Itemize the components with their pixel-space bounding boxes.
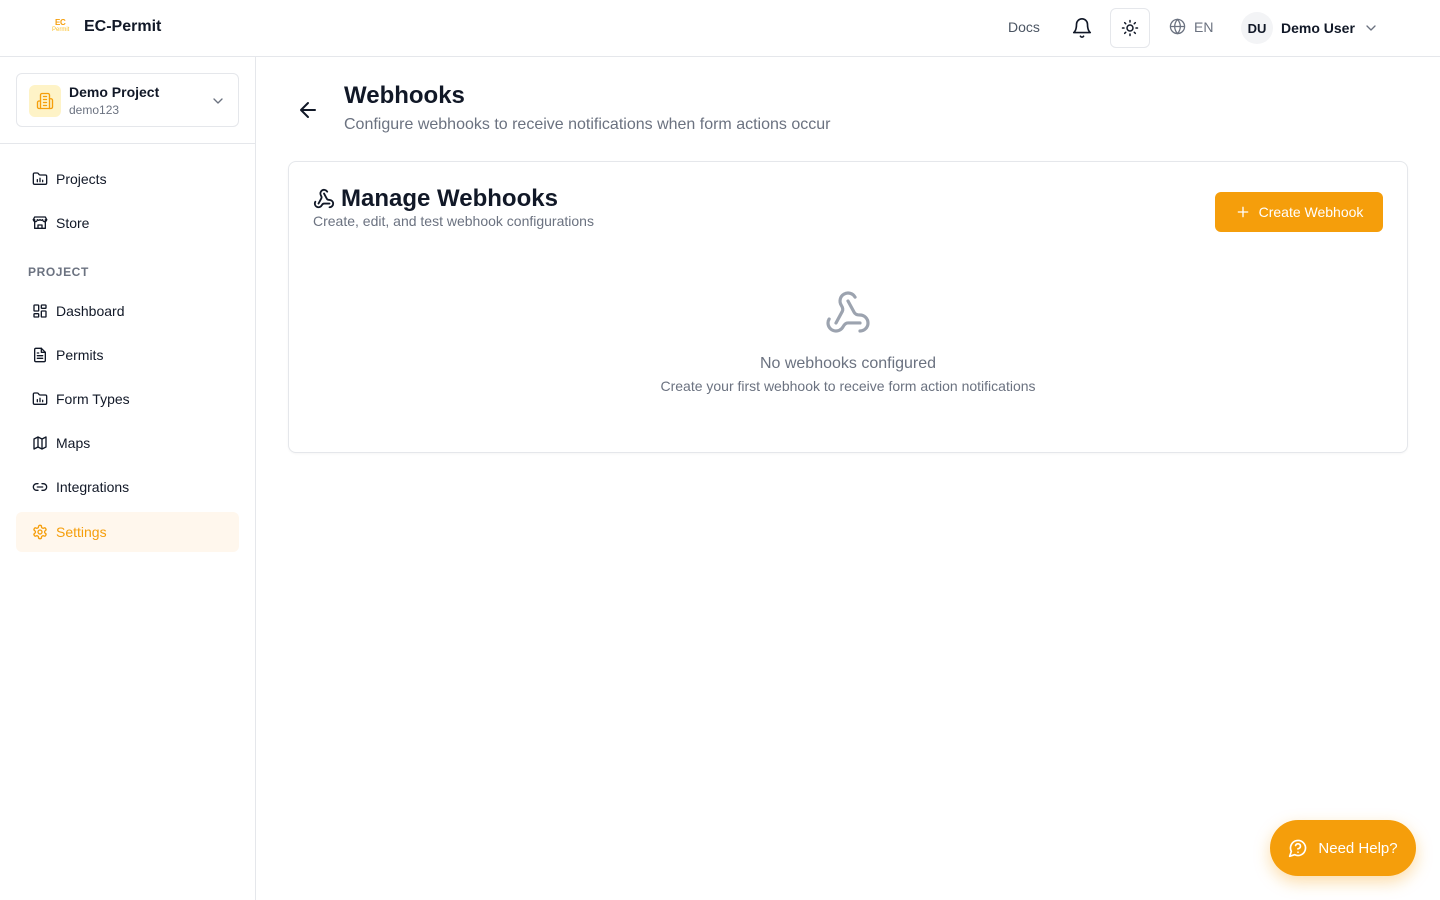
chevron-down-icon [213,98,223,104]
bell-icon [1072,18,1092,38]
user-name: Demo User [1281,20,1355,36]
link-icon [32,483,48,491]
project-switcher[interactable]: Demo Project demo123 [16,73,239,127]
brand-logo: EC Permit [52,18,70,34]
sidebar-item-label: Permits [56,347,104,363]
folder-chart-icon [32,172,48,185]
language-selector[interactable]: EN [1169,18,1213,35]
docs-link[interactable]: Docs [1008,19,1040,35]
language-code: EN [1194,18,1214,35]
brand[interactable]: EC Permit EC-Permit [52,18,161,36]
sidebar-item-projects[interactable]: Projects [16,159,239,199]
file-text-icon [34,347,46,363]
sidebar-item-label: Integrations [56,479,130,495]
create-webhook-button[interactable]: Create Webhook [1215,192,1383,232]
map-icon [33,436,47,450]
need-help-button[interactable]: Need Help? [1270,820,1416,876]
sidebar-item-label: Dashboard [56,303,125,319]
app-name: EC-Permit [84,18,162,35]
sidebar-item-dashboard[interactable]: Dashboard [16,291,239,331]
webhook-icon [313,188,335,209]
sidebar-item-settings[interactable]: Settings [16,512,239,552]
building-icon [29,85,61,117]
page-subtitle: Configure webhooks to receive notificati… [344,116,831,133]
project-id: demo123 [69,103,120,117]
sidebar: Demo Project demo123 Projects Store PROJ… [0,57,256,900]
sidebar-item-label: Maps [56,435,91,451]
help-chat-icon [1289,839,1307,858]
sidebar-item-label: Form Types [56,391,130,407]
webhook-icon [826,291,870,333]
card-subtitle: Create, edit, and test webhook configura… [313,213,594,229]
avatar: DU [1241,12,1273,44]
chevron-down-icon [1366,25,1376,31]
folder-chart-icon [32,392,48,405]
notifications-button[interactable] [1071,17,1093,39]
sidebar-divider [0,143,255,144]
top-bar: EC Permit EC-Permit Docs EN DU Demo User [0,0,1440,57]
need-help-label: Need Help? [1318,839,1398,857]
page-title: Webhooks [344,82,465,109]
sidebar-item-permits[interactable]: Permits [16,335,239,375]
empty-state-subtitle: Create your first webhook to receive for… [660,378,1036,394]
sidebar-item-label: Settings [56,524,107,540]
user-menu[interactable]: DU Demo User [1241,12,1379,44]
sidebar-item-form-types[interactable]: Form Types [16,379,239,419]
theme-toggle-button[interactable] [1110,8,1150,48]
sidebar-item-store[interactable]: Store [16,203,239,243]
create-webhook-label: Create Webhook [1258,204,1364,220]
sidebar-item-integrations[interactable]: Integrations [16,467,239,507]
dashboard-icon [33,304,47,318]
section-label-project: PROJECT [28,265,89,279]
empty-state-title: No webhooks configured [759,355,937,372]
back-button[interactable] [296,98,320,122]
project-name: Demo Project [69,84,160,100]
sidebar-item-label: Store [56,215,90,231]
sidebar-item-label: Projects [56,171,107,187]
sun-icon [1121,19,1139,37]
arrow-left-icon [300,102,316,118]
card-title: Manage Webhooks [341,185,558,212]
store-icon [32,216,48,229]
webhooks-card: Manage Webhooks Create, edit, and test w… [288,161,1408,453]
plus-icon [1237,206,1248,218]
sidebar-item-maps[interactable]: Maps [16,423,239,463]
globe-icon [1169,18,1186,35]
gear-icon [33,524,47,540]
